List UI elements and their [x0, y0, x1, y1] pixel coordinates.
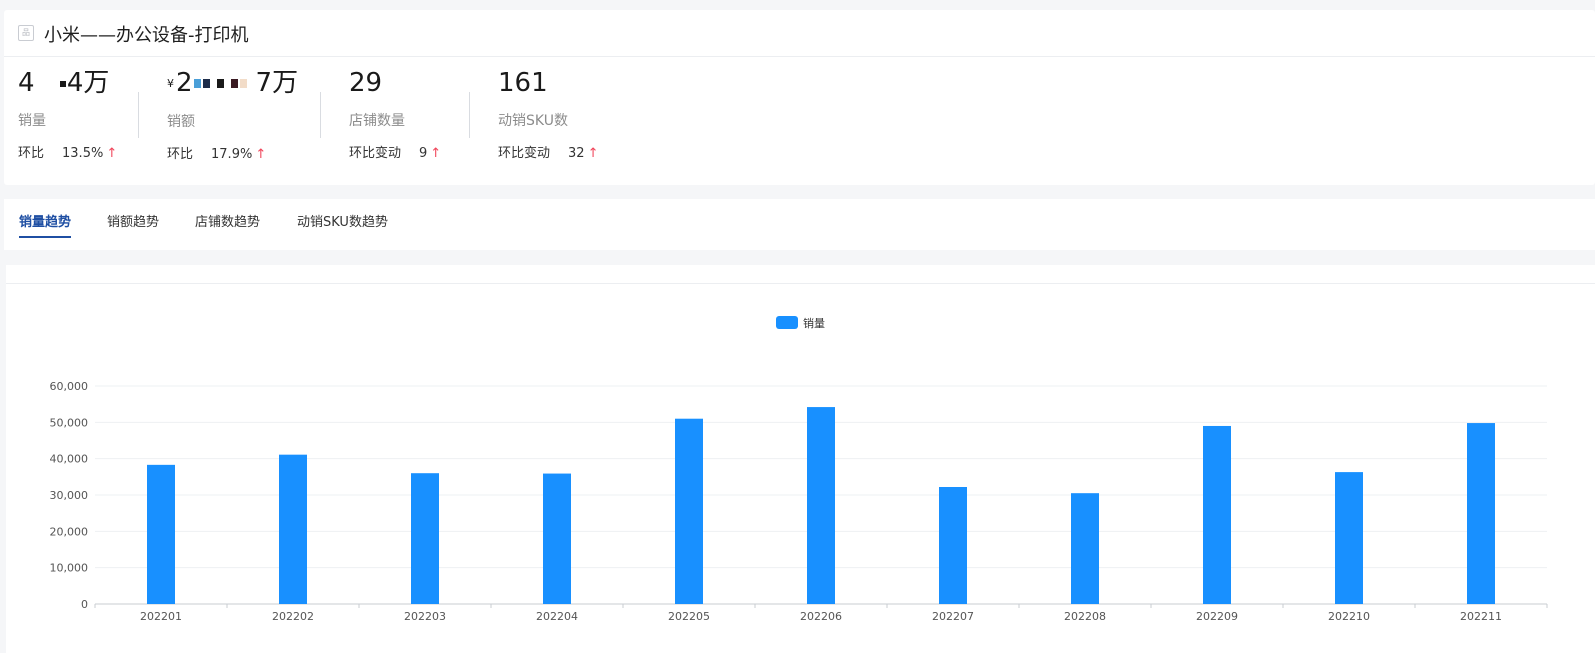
bar-chart: 0 10,000 20,000 30,000 40,000 50,000 60,000 202… — [50, 316, 1548, 623]
compare-value: 17.9% — [211, 146, 253, 162]
arrow-up-icon: ↑ — [106, 146, 118, 161]
compare-value: 13.5% — [62, 146, 104, 161]
value-suffix: 4万 — [66, 68, 110, 98]
redacted-mask — [248, 79, 255, 88]
x-tick-label: 202201 — [140, 610, 182, 623]
arrow-up-icon: ↑ — [430, 146, 442, 161]
x-tick-label: 202210 — [1328, 610, 1370, 623]
arrow-up-icon: ↑ — [255, 146, 267, 162]
chart-card: 0 10,000 20,000 30,000 40,000 50,000 60,000 202… — [6, 265, 1595, 653]
metric-label: 动销SKU数 — [498, 113, 568, 129]
compare-value: 9 — [419, 146, 428, 161]
redacted-mask — [202, 79, 210, 88]
tab-sales-volume-trend[interactable]: 销量趋势 — [19, 211, 71, 230]
metric-value: 4 4万 — [18, 68, 117, 98]
y-tick-label: 60,000 — [50, 380, 89, 393]
metric-label: 店铺数量 — [349, 113, 405, 129]
divider — [469, 92, 470, 138]
x-tick-label: 202202 — [272, 610, 314, 623]
compare-label: 环比变动 — [349, 146, 402, 161]
tab-store-count-trend[interactable]: 店铺数趋势 — [195, 211, 260, 230]
compare-label: 环比变动 — [498, 146, 551, 161]
active-tab-indicator — [19, 236, 71, 238]
x-tick-label: 202209 — [1196, 610, 1238, 623]
bar — [147, 464, 175, 604]
y-tick-label: 20,000 — [50, 525, 89, 538]
title-row: 品 小米——办公设备-打印机 — [4, 10, 1595, 57]
divider — [320, 92, 321, 138]
x-tick-label: 202211 — [1460, 610, 1502, 623]
y-tick-label: 50,000 — [50, 416, 89, 429]
legend-swatch — [776, 316, 798, 329]
currency-symbol: ¥ — [167, 76, 174, 90]
x-tick-label: 202205 — [668, 610, 710, 623]
bar — [279, 454, 307, 604]
metric-compare: 环比 13.5% ↑ — [18, 142, 117, 161]
x-tick-label: 202208 — [1064, 610, 1106, 623]
y-tick-label: 40,000 — [50, 453, 89, 466]
metric-compare: 环比变动 32 ↑ — [498, 142, 598, 161]
divider — [138, 92, 139, 138]
y-tick-label: 0 — [81, 598, 88, 611]
x-tick-label: 202207 — [932, 610, 974, 623]
bar — [1071, 493, 1099, 604]
tab-sku-count-trend[interactable]: 动销SKU数趋势 — [297, 211, 388, 230]
tab-sales-amount-trend[interactable]: 销额趋势 — [107, 211, 159, 230]
metric-sales-volume: 4 4万 销量 环比 13.5% ↑ — [18, 68, 117, 161]
legend-label: 销量 — [803, 316, 825, 330]
metric-compare: 环比 17.9% ↑ — [167, 143, 298, 162]
x-tick-label: 202204 — [536, 610, 578, 623]
metric-label: 销额 — [167, 113, 195, 130]
metric-value: 29 — [349, 68, 383, 98]
metric-value: ¥2 7万 — [167, 68, 298, 99]
redacted-mask — [216, 79, 224, 88]
bar — [1467, 423, 1495, 604]
redacted-mask — [193, 79, 201, 88]
bar — [1335, 472, 1363, 604]
bar — [543, 473, 571, 604]
metric-active-sku: 161 动销SKU数 环比变动 32 ↑ — [498, 68, 598, 161]
compare-label: 环比 — [18, 146, 45, 161]
y-tick-label: 10,000 — [50, 562, 89, 575]
redacted-mask — [211, 79, 215, 88]
bar — [411, 473, 439, 604]
y-tick-label: 30,000 — [50, 489, 89, 502]
trend-tabs: 销量趋势 销额趋势 店铺数趋势 动销SKU数趋势 — [4, 199, 1595, 250]
x-tick-label: 202206 — [800, 610, 842, 623]
bar — [1203, 425, 1231, 604]
metric-value: 161 — [498, 68, 548, 98]
compare-label: 环比 — [167, 146, 194, 162]
page-title: 小米——办公设备-打印机 — [44, 25, 249, 46]
metric-sales-amount: ¥2 7万 销额 环比 17.9% ↑ — [167, 68, 298, 162]
bar — [807, 407, 835, 604]
metric-label: 销量 — [18, 113, 46, 129]
value-prefix: 4 — [18, 68, 35, 98]
redacted-mask — [230, 79, 238, 88]
summary-card: 品 小米——办公设备-打印机 4 4万 销量 环比 13.5% ↑ ¥2 7万 销额 … — [4, 10, 1595, 185]
bar — [675, 418, 703, 604]
metric-store-count: 29 店铺数量 环比变动 9 ↑ — [349, 68, 441, 161]
value-suffix: 7万 — [255, 68, 299, 98]
compare-value: 32 — [568, 146, 585, 161]
product-icon: 品 — [18, 25, 34, 41]
redacted-mask — [239, 79, 247, 88]
x-tick-label: 202203 — [404, 610, 446, 623]
redacted-mask — [59, 80, 66, 87]
redacted-mask — [43, 79, 58, 88]
redacted-mask — [225, 79, 229, 88]
metric-compare: 环比变动 9 ↑ — [349, 142, 441, 161]
bar — [939, 487, 967, 604]
arrow-up-icon: ↑ — [587, 146, 599, 161]
value-prefix: 2 — [176, 68, 193, 98]
